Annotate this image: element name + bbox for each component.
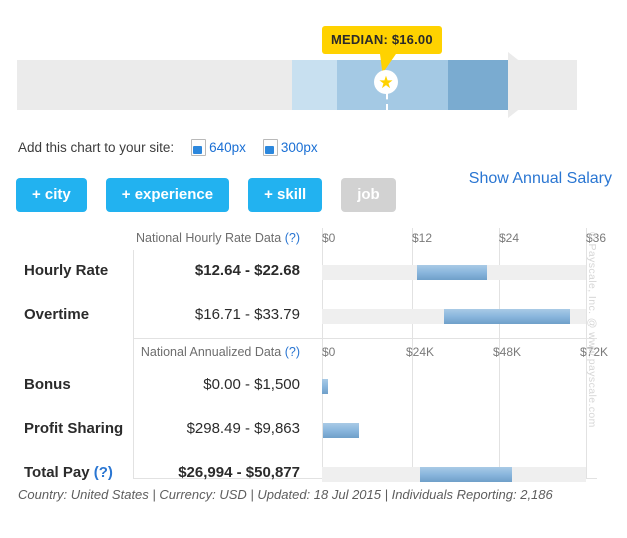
annualized-section-header: National Annualized Data (?) $0 $24K $48… — [17, 342, 597, 364]
total-pay-help-icon[interactable]: (?) — [94, 464, 113, 481]
range-arrow-head — [508, 52, 550, 118]
median-range-bar — [17, 60, 577, 110]
add-skill-button[interactable]: + skill — [248, 178, 322, 212]
table-row: Bonus $0.00 - $1,500 — [17, 364, 597, 408]
median-callout-label: MEDIAN: $16.00 — [322, 26, 442, 54]
star-icon: ★ — [374, 70, 398, 94]
median-range-widget: MEDIAN: $16.00 ★ — [0, 0, 627, 130]
row-bar — [444, 309, 570, 324]
row-value-bonus: $0.00 - $1,500 — [203, 376, 300, 393]
hourly-section-header: National Hourly Rate Data (?) $0 $12 $24… — [17, 228, 597, 250]
row-label-total-pay: Total Pay (?) — [24, 464, 113, 481]
row-bar — [420, 467, 512, 482]
show-annual-salary-link[interactable]: Show Annual Salary — [469, 170, 612, 188]
embed-prefix-label: Add this chart to your site: — [18, 140, 174, 155]
row-bar — [417, 265, 487, 280]
row-bar — [323, 423, 359, 438]
row-label-overtime: Overtime — [24, 306, 89, 323]
footer-metadata: Country: United States | Currency: USD |… — [18, 487, 553, 502]
row-value-total-pay: $26,994 - $50,877 — [178, 464, 300, 481]
range-segment-10th — [292, 60, 337, 110]
row-plot-profit-sharing — [302, 408, 597, 452]
embed-link-640px[interactable]: 640px — [191, 139, 246, 156]
embed-link-300px-label: 300px — [281, 140, 318, 155]
job-button: job — [341, 178, 396, 212]
range-segment-empty-left — [17, 60, 292, 110]
embed-chart-row: Add this chart to your site: 640px 300px — [18, 139, 318, 156]
hourly-header-label: National Hourly Rate Data (?) — [136, 231, 300, 245]
embed-link-300px[interactable]: 300px — [263, 139, 318, 156]
add-city-button[interactable]: + city — [16, 178, 87, 212]
row-label-profit-sharing: Profit Sharing — [24, 420, 123, 437]
hourly-axis-tick-0: $0 — [322, 231, 335, 245]
table-divider-mid — [133, 338, 597, 339]
row-value-hourly-rate: $12.64 - $22.68 — [195, 262, 300, 279]
range-segment-75th — [448, 60, 512, 110]
filter-button-row: + city + experience + skill job — [16, 178, 415, 212]
hourly-help-icon[interactable]: (?) — [285, 231, 300, 245]
row-label-bonus: Bonus — [24, 376, 71, 393]
row-bar — [322, 379, 328, 394]
annualized-axis-tick-2: $48K — [493, 345, 521, 359]
add-experience-button[interactable]: + experience — [106, 178, 229, 212]
embed-code-icon — [191, 139, 206, 156]
table-row: Profit Sharing $298.49 - $9,863 — [17, 408, 597, 452]
hourly-axis-tick-1: $12 — [412, 231, 432, 245]
row-plot-overtime — [302, 294, 597, 338]
embed-link-640px-label: 640px — [209, 140, 246, 155]
annualized-help-icon[interactable]: (?) — [285, 345, 300, 359]
row-label-hourly-rate: Hourly Rate — [24, 262, 108, 279]
annualized-axis: $0 $24K $48K $72K — [302, 345, 597, 361]
hourly-axis-tick-2: $24 — [499, 231, 519, 245]
embed-code-icon — [263, 139, 278, 156]
table-row: Overtime $16.71 - $33.79 — [17, 294, 597, 338]
annualized-axis-tick-0: $0 — [322, 345, 335, 359]
annualized-header-label: National Annualized Data (?) — [141, 345, 300, 359]
annualized-axis-tick-1: $24K — [406, 345, 434, 359]
row-value-overtime: $16.71 - $33.79 — [195, 306, 300, 323]
payscale-watermark: © Payscale, Inc. @ www.payscale.com — [586, 232, 598, 432]
row-plot-hourly-rate — [302, 250, 597, 294]
row-value-profit-sharing: $298.49 - $9,863 — [187, 420, 300, 437]
pay-data-table: National Hourly Rate Data (?) $0 $12 $24… — [17, 228, 597, 496]
star-glyph: ★ — [378, 74, 393, 91]
row-plot-bonus — [302, 364, 597, 408]
table-row: Hourly Rate $12.64 - $22.68 — [17, 250, 597, 294]
hourly-axis: $0 $12 $24 $36 — [302, 231, 597, 247]
